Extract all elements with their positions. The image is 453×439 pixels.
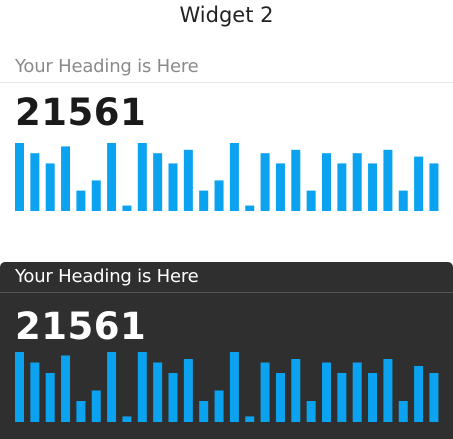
chart-bar: [398, 401, 408, 422]
chart-bar: [306, 401, 316, 422]
chart-bar: [199, 190, 209, 211]
chart-bar: [260, 362, 270, 422]
chart-bar: [199, 401, 209, 422]
chart-bar: [153, 362, 163, 422]
chart-bar: [322, 362, 331, 422]
chart-bar: [61, 355, 71, 422]
chart-bar: [137, 143, 147, 211]
chart-bar: [383, 149, 393, 211]
chart-bar: [229, 352, 239, 422]
chart-bar: [45, 163, 55, 211]
chart-bar: [168, 163, 178, 211]
chart-bar: [414, 156, 424, 211]
chart-bar: [214, 390, 224, 422]
chart-bar: [107, 352, 117, 422]
chart-bar: [368, 163, 378, 211]
chart-bar: [91, 180, 101, 211]
chart-bar: [414, 366, 424, 422]
chart-bar: [30, 153, 40, 211]
chart-bar: [398, 190, 408, 211]
chart-bar: [291, 149, 301, 211]
chart-bar: [15, 352, 24, 422]
chart-bar: [260, 153, 270, 211]
chart-bar: [383, 359, 393, 422]
page-title: Widget 2: [179, 3, 274, 27]
chart-bar: [322, 153, 331, 211]
chart-bar: [306, 190, 316, 211]
chart-bar: [30, 362, 40, 422]
chart-bar: [183, 149, 193, 211]
chart-bar: [107, 143, 117, 211]
chart-bar: [229, 143, 239, 211]
chart-bar: [76, 401, 86, 422]
chart-bar: [168, 373, 178, 422]
chart-bar: [352, 153, 362, 211]
widget-light: Your Heading is Here 21561: [0, 52, 453, 220]
chart-bar: [153, 153, 163, 211]
chart-bar: [122, 416, 132, 422]
chart-bar: [137, 352, 147, 422]
chart-bar: [15, 143, 24, 211]
chart-bar: [76, 190, 86, 211]
chart-bar: [183, 359, 193, 422]
page: Widget 2 Your Heading is Here 21561 Your…: [0, 0, 453, 439]
widget-dark: Your Heading is Here 21561: [0, 262, 453, 439]
chart-bar: [245, 205, 255, 211]
chart-bar: [122, 205, 132, 211]
chart-bar: [337, 163, 347, 211]
chart-bar: [45, 373, 55, 422]
chart-bar: [337, 373, 347, 422]
chart-bar: [275, 373, 285, 422]
chart-bar: [214, 180, 224, 211]
chart-bar: [368, 373, 378, 422]
bar-chart: [15, 143, 439, 211]
chart-bar: [245, 416, 255, 422]
chart-bar: [91, 390, 101, 422]
chart-bar: [275, 163, 285, 211]
chart-bar: [429, 373, 439, 422]
chart-bar: [352, 362, 362, 422]
bar-chart: [15, 352, 439, 422]
chart-bar: [429, 163, 439, 211]
chart-bar: [291, 359, 301, 422]
chart-bar: [61, 146, 71, 211]
